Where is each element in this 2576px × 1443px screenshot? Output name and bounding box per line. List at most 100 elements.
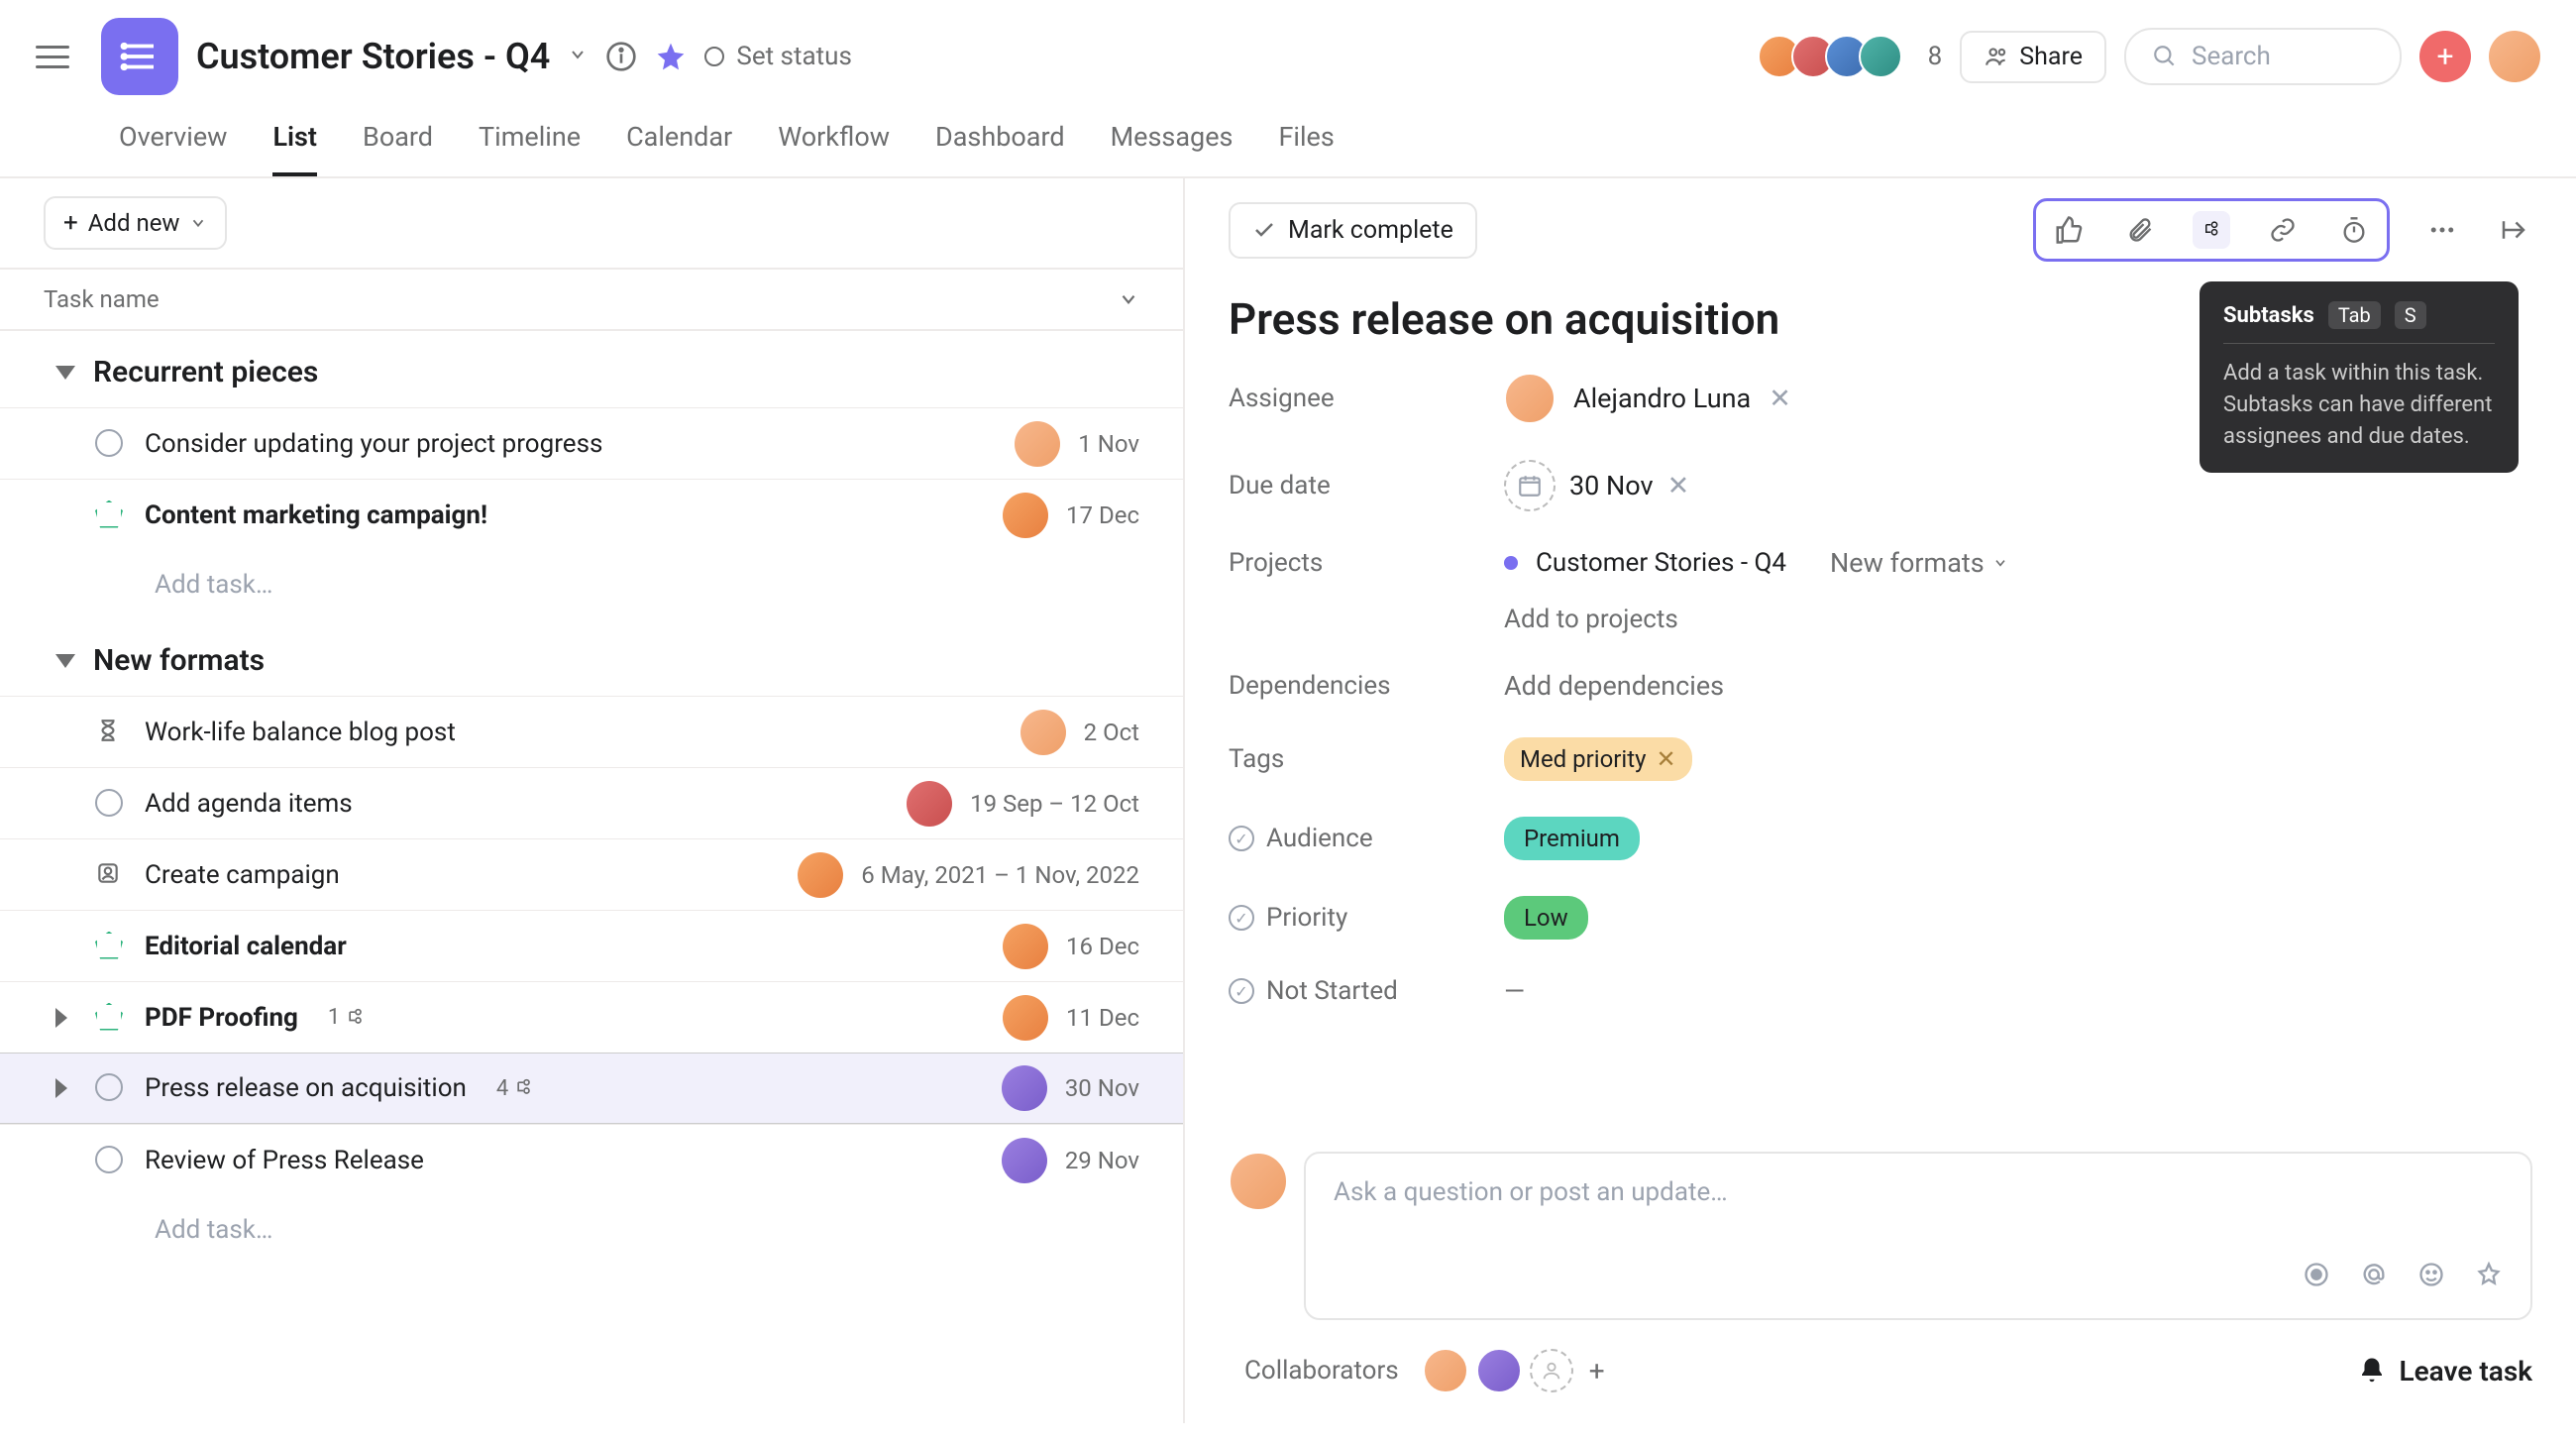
task-row[interactable]: Editorial calendar 16 Dec	[0, 910, 1183, 981]
tab-calendar[interactable]: Calendar	[626, 121, 732, 176]
milestone-icon[interactable]	[95, 500, 123, 528]
tab-workflow[interactable]: Workflow	[778, 121, 890, 176]
assignee-value[interactable]: Alejandro Luna ✕	[1504, 373, 1791, 424]
project-menu-chevron[interactable]	[568, 43, 588, 70]
assignee-avatar[interactable]	[1003, 493, 1048, 538]
tag-chip[interactable]: Med priority ✕	[1504, 737, 1692, 781]
search-input[interactable]: Search	[2124, 28, 2402, 85]
share-button[interactable]: Share	[1960, 31, 2106, 83]
assignee-avatar[interactable]	[1015, 421, 1060, 467]
add-task-button[interactable]: Add task…	[0, 550, 1183, 619]
like-icon[interactable]	[2050, 211, 2088, 249]
waiting-icon[interactable]	[95, 718, 125, 747]
bell-icon	[2357, 1356, 2387, 1386]
task-row[interactable]: Press release on acquisition 4 30 Nov	[0, 1053, 1183, 1124]
tab-files[interactable]: Files	[1278, 121, 1334, 176]
tab-overview[interactable]: Overview	[119, 121, 227, 176]
tab-list[interactable]: List	[272, 121, 317, 176]
comment-input[interactable]: Ask a question or post an update…	[1304, 1152, 2532, 1320]
add-task-button[interactable]: Add task…	[0, 1195, 1183, 1265]
audience-value[interactable]: Premium	[1504, 817, 1640, 860]
menu-icon[interactable]	[36, 33, 83, 80]
complete-circle-icon[interactable]	[95, 789, 123, 817]
mention-icon[interactable]	[2360, 1261, 2388, 1294]
add-to-projects-button[interactable]: Add to projects	[1504, 605, 2532, 634]
field-label: Tags	[1229, 744, 1504, 774]
remove-tag-icon[interactable]: ✕	[1656, 745, 1675, 773]
expand-icon[interactable]	[55, 1008, 67, 1028]
task-row[interactable]: Consider updating your project progress …	[0, 407, 1183, 479]
add-dependencies-button[interactable]: Add dependencies	[1504, 670, 1724, 702]
tab-dashboard[interactable]: Dashboard	[935, 121, 1065, 176]
project-section-picker[interactable]: New formats	[1830, 547, 2008, 579]
approval-icon[interactable]	[95, 860, 125, 890]
complete-circle-icon[interactable]	[95, 429, 123, 457]
set-status-button[interactable]: Set status	[704, 42, 852, 71]
milestone-icon[interactable]	[95, 1003, 123, 1031]
add-collaborator-placeholder[interactable]	[1530, 1349, 1573, 1392]
assignee-avatar[interactable]	[798, 852, 843, 898]
project-title[interactable]: Customer Stories - Q4	[196, 36, 550, 77]
task-date: 1 Nov	[1078, 430, 1139, 458]
mark-complete-button[interactable]: Mark complete	[1229, 202, 1477, 259]
projects-value[interactable]: Customer Stories - Q4 New formats	[1504, 547, 2008, 579]
project-tabs: Overview List Board Timeline Calendar Wo…	[0, 95, 2576, 178]
member-avatars[interactable]	[1768, 35, 1902, 78]
tab-board[interactable]: Board	[363, 121, 433, 176]
clear-date-icon[interactable]: ✕	[1667, 470, 1690, 501]
section-header[interactable]: Recurrent pieces	[0, 331, 1183, 407]
avatar[interactable]	[1476, 1348, 1522, 1393]
section-header[interactable]: New formats	[0, 619, 1183, 696]
star-icon[interactable]	[655, 41, 687, 72]
avatar[interactable]	[1423, 1348, 1468, 1393]
chevron-down-icon[interactable]	[1118, 288, 1139, 310]
field-type-icon	[1229, 978, 1254, 1004]
link-icon[interactable]	[2264, 211, 2302, 249]
more-icon[interactable]	[2423, 211, 2461, 249]
task-name: PDF Proofing	[145, 1003, 298, 1033]
assignee-avatar[interactable]	[1003, 995, 1048, 1041]
task-row[interactable]: Create campaign 6 May, 2021 – 1 Nov, 202…	[0, 838, 1183, 910]
current-user-avatar	[1229, 1152, 1288, 1211]
task-name: Review of Press Release	[145, 1146, 424, 1175]
current-user-avatar[interactable]	[2489, 31, 2540, 82]
emoji-icon[interactable]	[2417, 1261, 2445, 1294]
priority-value[interactable]: Low	[1504, 896, 1588, 940]
record-icon[interactable]	[2303, 1261, 2330, 1294]
assignee-avatar[interactable]	[1002, 1138, 1047, 1183]
global-add-button[interactable]: +	[2419, 31, 2471, 82]
tags-value[interactable]: Med priority ✕	[1504, 737, 1692, 781]
assignee-avatar[interactable]	[1003, 924, 1048, 969]
close-panel-icon[interactable]	[2495, 211, 2532, 249]
expand-icon[interactable]	[55, 1078, 67, 1098]
add-new-button[interactable]: + Add new	[44, 196, 227, 250]
leave-task-button[interactable]: Leave task	[2357, 1355, 2532, 1388]
clear-assignee-icon[interactable]: ✕	[1769, 383, 1791, 414]
task-row[interactable]: Review of Press Release 29 Nov	[0, 1124, 1183, 1195]
task-name: Consider updating your project progress	[145, 429, 602, 459]
due-date-value[interactable]: 30 Nov ✕	[1504, 460, 1689, 511]
task-date: 2 Oct	[1084, 719, 1139, 746]
timer-icon[interactable]	[2335, 211, 2373, 249]
milestone-icon[interactable]	[95, 932, 123, 959]
assignee-avatar[interactable]	[1002, 1065, 1047, 1111]
complete-circle-icon[interactable]	[95, 1073, 123, 1101]
star-outline-icon[interactable]	[2475, 1261, 2503, 1294]
task-row[interactable]: PDF Proofing 1 11 Dec	[0, 981, 1183, 1053]
tab-timeline[interactable]: Timeline	[479, 121, 581, 176]
tab-messages[interactable]: Messages	[1111, 121, 1234, 176]
task-row[interactable]: Work-life balance blog post 2 Oct	[0, 696, 1183, 767]
add-collaborator-button[interactable]: +	[1589, 1355, 1605, 1388]
avatar	[1859, 35, 1902, 78]
assignee-avatar[interactable]	[1020, 710, 1066, 755]
subtask-icon[interactable]	[2193, 211, 2230, 249]
not-started-value[interactable]: —	[1504, 975, 1525, 1007]
tooltip-key: Tab	[2328, 301, 2381, 329]
assignee-avatar[interactable]	[907, 781, 952, 827]
complete-circle-icon[interactable]	[95, 1146, 123, 1173]
task-row[interactable]: Content marketing campaign! 17 Dec	[0, 479, 1183, 550]
attachment-icon[interactable]	[2121, 211, 2159, 249]
task-date: 29 Nov	[1065, 1147, 1139, 1174]
task-row[interactable]: Add agenda items 19 Sep – 12 Oct	[0, 767, 1183, 838]
info-icon[interactable]	[605, 41, 637, 72]
